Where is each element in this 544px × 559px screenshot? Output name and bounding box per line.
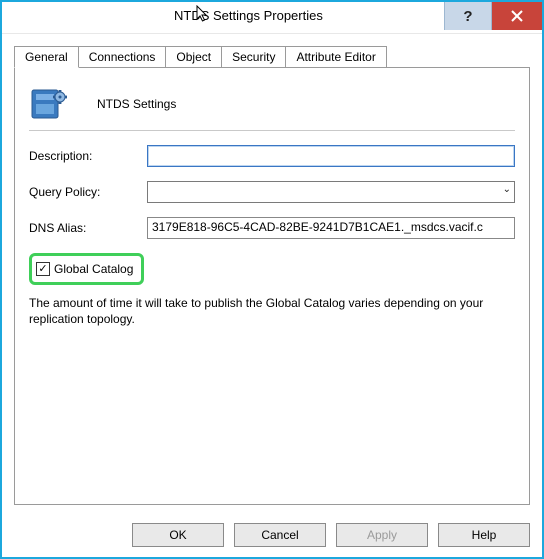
apply-button[interactable]: Apply [336, 523, 428, 547]
tab-general[interactable]: General [14, 46, 79, 68]
close-icon [511, 10, 523, 22]
dialog-buttons: OK Cancel Apply Help [2, 513, 542, 557]
description-input[interactable] [147, 145, 515, 167]
tab-object[interactable]: Object [165, 46, 222, 68]
ntds-icon [29, 84, 69, 124]
header-row: NTDS Settings [29, 84, 515, 124]
separator [29, 130, 515, 131]
tab-connections[interactable]: Connections [78, 46, 167, 68]
query-policy-combo[interactable]: ⌄ [147, 181, 515, 203]
description-label: Description: [29, 149, 147, 163]
checkbox-icon: ✓ [36, 262, 50, 276]
tab-strip: General Connections Object Security Attr… [14, 46, 530, 68]
tab-attribute-editor[interactable]: Attribute Editor [285, 46, 386, 68]
titlebar: NTDS Settings Properties ? [2, 2, 542, 34]
cancel-button[interactable]: Cancel [234, 523, 326, 547]
titlebar-buttons: ? [444, 2, 542, 33]
dns-alias-row: DNS Alias: 3179E818-96C5-4CAD-82BE-9241D… [29, 217, 515, 239]
global-catalog-label: Global Catalog [54, 262, 133, 276]
titlebar-help-button[interactable]: ? [444, 2, 492, 30]
help-button[interactable]: Help [438, 523, 530, 547]
dns-alias-label: DNS Alias: [29, 221, 147, 235]
query-policy-label: Query Policy: [29, 185, 147, 199]
chevron-down-icon: ⌄ [503, 184, 511, 195]
titlebar-close-button[interactable] [492, 2, 542, 30]
dialog-window: NTDS Settings Properties ? General Conne… [0, 0, 544, 559]
query-policy-row: Query Policy: ⌄ [29, 181, 515, 203]
client-area: General Connections Object Security Attr… [2, 34, 542, 513]
ok-button[interactable]: OK [132, 523, 224, 547]
tab-security[interactable]: Security [221, 46, 286, 68]
tabpage-general: NTDS Settings Description: Query Policy:… [14, 67, 530, 505]
description-row: Description: [29, 145, 515, 167]
highlight-annotation: ✓ Global Catalog [29, 253, 144, 285]
info-text: The amount of time it will take to publi… [29, 295, 515, 327]
dns-alias-input[interactable]: 3179E818-96C5-4CAD-82BE-9241D7B1CAE1._ms… [147, 217, 515, 239]
header-title: NTDS Settings [97, 97, 176, 111]
global-catalog-checkbox[interactable]: ✓ Global Catalog [32, 256, 141, 282]
window-title: NTDS Settings Properties [174, 8, 323, 23]
